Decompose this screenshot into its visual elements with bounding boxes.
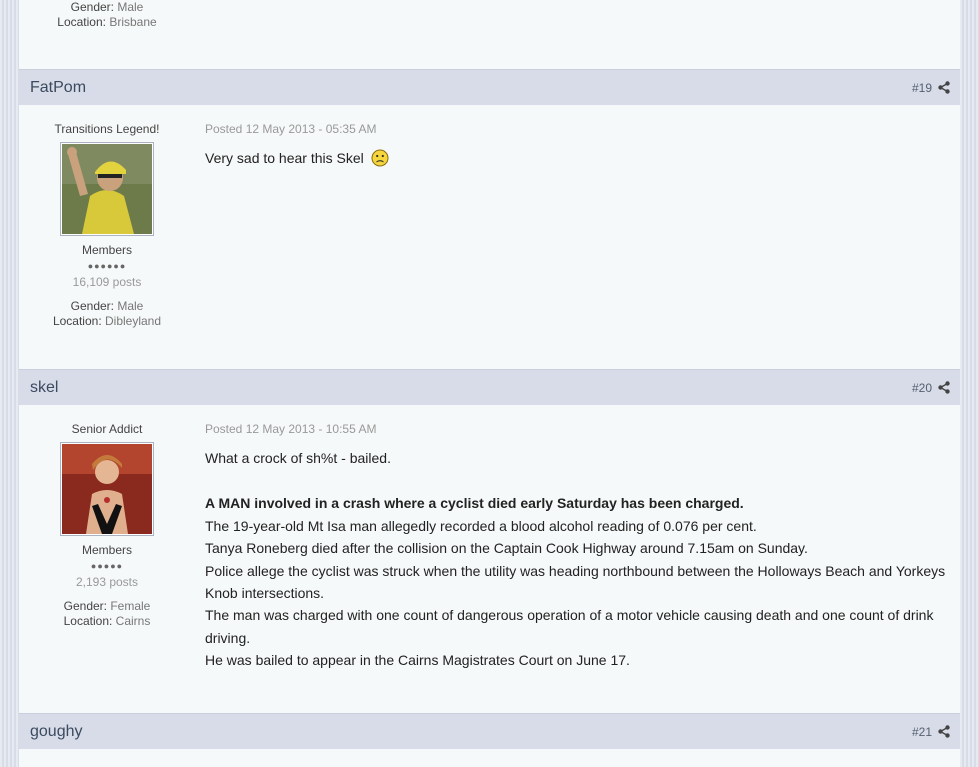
post-author-name[interactable]: skel — [30, 379, 58, 397]
sad-smiley-icon — [371, 149, 389, 167]
post-date: Posted 12 May 2013 - 05:35 AM — [205, 122, 377, 136]
location: Location: Dibleyland — [19, 314, 195, 328]
post-header-19: FatPom #19 — [19, 69, 960, 105]
post-body: Very sad to hear this Skel — [205, 147, 953, 169]
location-label: Location: — [52, 314, 102, 328]
prev-post-author-info: Gender: Male Location: Brisbane — [19, 0, 195, 29]
share-icon[interactable] — [938, 725, 950, 738]
author-info: Senior Addict Members ●●●●● 2,193 posts … — [19, 422, 195, 628]
share-icon[interactable] — [938, 81, 950, 94]
post-body: What a crock of sh%t - bailed. A MAN inv… — [205, 447, 953, 672]
post-number-link[interactable]: #20 — [912, 381, 932, 395]
post-list: Gender: Male Location: Brisbane FatPom #… — [19, 0, 960, 767]
gender-label: Gender: — [63, 599, 107, 613]
member-rank: Senior Addict — [71, 422, 143, 436]
location-label: Location: — [57, 15, 106, 29]
location-value: Dibleyland — [105, 314, 162, 328]
avatar[interactable] — [60, 142, 154, 236]
rank-pips: ●●●●●● — [87, 261, 127, 271]
gender-value: Male — [117, 0, 144, 14]
gender-label: Gender: — [70, 299, 114, 313]
post-author-name[interactable]: goughy — [30, 723, 83, 741]
prev-location: Location: Brisbane — [19, 15, 195, 29]
member-group: Members — [81, 243, 132, 257]
member-group: Members — [81, 543, 132, 557]
post-text: Very sad to hear this Skel — [205, 150, 364, 166]
gender-label: Gender: — [70, 0, 114, 14]
location-label: Location: — [63, 614, 113, 628]
post-intro: What a crock of sh%t - bailed. — [205, 450, 391, 466]
location: Location: Cairns — [19, 614, 195, 628]
avatar[interactable] — [60, 442, 154, 536]
prev-gender: Gender: Male — [19, 0, 195, 14]
post-author-name[interactable]: FatPom — [30, 79, 86, 97]
post-date: Posted 12 May 2013 - 10:55 AM — [205, 422, 377, 436]
article-headline: A MAN involved in a crash where a cyclis… — [205, 495, 744, 512]
article-line: He was bailed to appear in the Cairns Ma… — [205, 652, 630, 669]
location-value: Brisbane — [109, 15, 157, 29]
post-header-20: skel #20 — [19, 369, 960, 405]
article-line: The 19-year-old Mt Isa man allegedly rec… — [205, 517, 757, 534]
author-info: Transitions Legend! Members ●●●●●● 16,10… — [19, 122, 195, 328]
post-number-link[interactable]: #21 — [912, 725, 932, 739]
gender-value: Female — [110, 599, 151, 613]
share-icon[interactable] — [938, 381, 950, 394]
article-line: The man was charged with one count of da… — [205, 607, 934, 646]
gender: Gender: Female — [19, 599, 195, 613]
article-line: Police allege the cyclist was struck whe… — [205, 562, 946, 602]
article-line: Tanya Roneberg died after the collision … — [205, 540, 808, 557]
post-number-link[interactable]: #19 — [912, 81, 932, 95]
post-header-21: goughy #21 — [19, 713, 960, 749]
post-count: 16,109 posts — [72, 275, 142, 289]
gender: Gender: Male — [19, 299, 195, 313]
post-count: 2,193 posts — [75, 575, 139, 589]
member-rank: Transitions Legend! — [54, 122, 160, 136]
rank-pips: ●●●●● — [90, 561, 124, 571]
location-value: Cairns — [115, 614, 151, 628]
gender-value: Male — [117, 299, 144, 313]
